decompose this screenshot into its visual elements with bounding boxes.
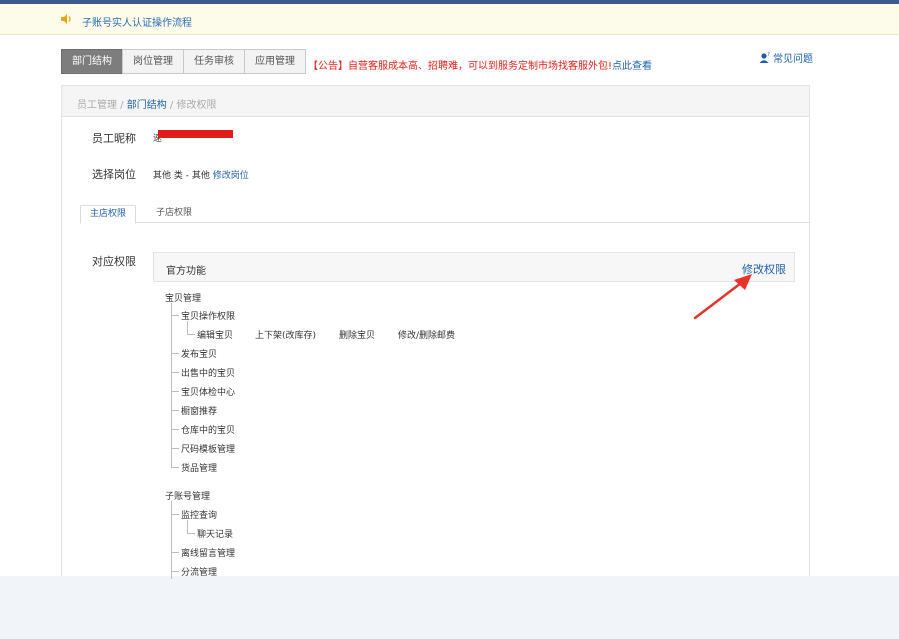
announcement-text: 【公告】自营客服成本高、招聘难，可以到服务定制市场找客服外包!	[308, 61, 613, 72]
svg-text:?: ?	[767, 52, 770, 58]
tree-branch	[171, 552, 179, 553]
tree-branch	[171, 391, 179, 392]
announcement: 【公告】自营客服成本高、招聘难，可以到服务定制市场找客服外包!点此查看	[308, 57, 652, 72]
tree-item: 聊天记录	[197, 530, 234, 540]
tree-branch	[187, 334, 195, 335]
tree-branch	[171, 448, 179, 449]
tree-item: 货品管理	[181, 464, 218, 474]
notice-link[interactable]: 子账号实人认证操作流程	[82, 14, 192, 29]
tree-branch	[171, 303, 172, 467]
tree-item: 仓库中的宝贝	[181, 426, 236, 436]
tab-department-structure[interactable]: 部门结构	[61, 49, 123, 74]
tree-item: 宝贝体检中心	[181, 388, 236, 398]
tree-branch	[171, 372, 179, 373]
speaker-icon	[61, 14, 71, 24]
tree-branch	[171, 315, 179, 316]
faq-label: 常见问题	[773, 54, 813, 65]
tree-item: 编辑宝贝	[197, 331, 234, 341]
permission-tree: 宝贝管理 宝贝操作权限 编辑宝贝 上下架(改库存) 删除宝贝 修改/删除邮费 发…	[62, 86, 811, 579]
tree-branch	[171, 353, 179, 354]
tree-item: 离线留言管理	[181, 549, 236, 559]
tree-item: 上下架(改库存)	[255, 331, 317, 341]
content-panel: 员工管理 / 部门结构 / 修改权限 员工昵称 速 选择岗位 其他 类 - 其他…	[61, 85, 811, 579]
tree-branch	[171, 501, 172, 579]
tab-app-management[interactable]: 应用管理	[244, 49, 306, 74]
tree-item: 修改/删除邮费	[398, 331, 456, 341]
tree-item: 宝贝操作权限	[181, 312, 236, 322]
tree-item: 发布宝贝	[181, 350, 218, 360]
tree-branch	[187, 321, 188, 334]
tree-item: 橱窗推荐	[181, 407, 218, 417]
announcement-link[interactable]: 点此查看	[612, 61, 652, 72]
tree-branch	[187, 520, 188, 533]
tree-branch	[171, 467, 179, 468]
user-help-icon: ?	[759, 52, 770, 63]
notice-bar: 子账号实人认证操作流程	[0, 4, 899, 35]
tree-item: 删除宝贝	[339, 331, 376, 341]
annotation-arrow-icon	[693, 274, 752, 320]
tab-task-review[interactable]: 任务审核	[183, 49, 245, 74]
tree-branch	[171, 410, 179, 411]
tree-branch	[187, 533, 195, 534]
tab-position-management[interactable]: 岗位管理	[122, 49, 184, 74]
top-tabs: 部门结构 岗位管理 任务审核 应用管理	[61, 49, 306, 74]
tree-branch	[171, 429, 179, 430]
tree-item: 尺码模板管理	[181, 445, 236, 455]
tree-item: 分流管理	[181, 568, 218, 578]
page-footer-bg	[0, 576, 899, 639]
redaction-bar	[158, 130, 233, 138]
tree-branch	[171, 514, 179, 515]
tree-item: 出售中的宝贝	[181, 369, 236, 379]
tree-branch	[171, 571, 179, 572]
faq-link[interactable]: ? 常见问题	[759, 50, 813, 65]
